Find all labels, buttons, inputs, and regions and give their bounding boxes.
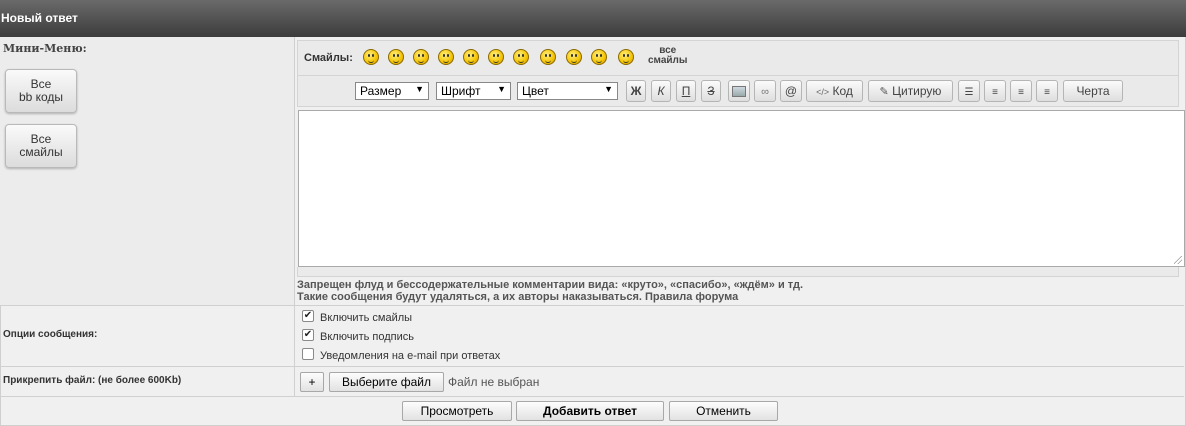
color-select-value: Цвет [522,84,549,98]
align-center-icon: ≡ [1018,87,1024,98]
align-right-icon: ≡ [1044,87,1050,98]
happy-smiley-icon[interactable] [513,49,529,65]
file-status: Файл не выбран [448,375,540,389]
list-button[interactable]: ☰ [958,80,980,102]
cancel-button[interactable]: Отменить [669,401,778,421]
size-select-value: Размер [360,84,402,98]
options-label: Опции сообщения: [3,329,98,340]
crazy-smiley-icon[interactable] [438,49,454,65]
angry-smiley-icon[interactable] [363,49,379,65]
divider [0,366,1184,367]
forum-rules: Запрещен флуд и бессодержательные коммен… [297,279,803,303]
image-icon [732,86,746,98]
surprised-smiley-icon[interactable] [540,49,556,65]
mini-menu-title: Мини-Меню: [3,42,87,55]
align-right-button[interactable]: ≡ [1036,80,1058,102]
enable-signature-checkbox[interactable]: ✔ [302,329,314,341]
enable-smiles-checkbox[interactable]: ✔ [302,310,314,322]
link-button[interactable]: ∞ [754,80,776,102]
chevron-down-icon: ▼ [497,84,506,94]
laugh-smiley-icon[interactable] [618,49,634,65]
smile-smiley-icon[interactable] [463,49,479,65]
quote-button[interactable]: ✎ Цитирую [868,80,953,102]
rules-line-2: Такие сообщения будут удаляться, а их ав… [297,291,739,303]
align-left-icon: ≡ [992,87,998,98]
align-left-button[interactable]: ≡ [984,80,1006,102]
all-bbcodes-button[interactable]: Все bb коды [5,69,77,113]
chevron-down-icon: ▼ [415,84,424,94]
rules-line-1: Запрещен флуд и бессодержательные коммен… [297,279,804,291]
divider [0,305,1184,306]
reply-header: Новый ответ [0,0,1186,37]
bold-button[interactable]: Ж [626,80,646,102]
grin-smiley-icon[interactable] [388,49,404,65]
font-select-value: Шрифт [441,84,481,98]
divider [0,396,1184,397]
message-textarea[interactable] [298,110,1185,267]
image-button[interactable] [728,80,750,102]
pencil-icon: ✎ [879,86,889,98]
strike-button[interactable]: З [701,80,721,102]
email-notify-label: Уведомления на e-mail при ответах [320,350,501,362]
code-button[interactable]: </> Код [806,80,863,102]
email-notify-checkbox[interactable] [302,348,314,360]
link-icon: ∞ [761,86,769,98]
italic-button[interactable]: К [651,80,671,102]
font-select[interactable]: Шрифт ▼ [436,82,511,100]
smiles-label: Смайлы: [304,52,353,64]
confused-smiley-icon[interactable] [591,49,607,65]
tongue-smiley-icon[interactable] [566,49,582,65]
enable-signature-label: Включить подпись [320,331,414,343]
color-select[interactable]: Цвет ▼ [517,82,618,100]
enable-smiles-label: Включить смайлы [320,312,413,324]
mini-menu: Мини-Меню: Все bb коды Все смайлы [0,37,295,305]
code-icon: </> [816,87,830,97]
add-file-button[interactable]: + [300,372,324,392]
code-button-label: Код [832,84,853,98]
attach-label: Прикрепить файл: (не более 600Kb) [3,375,182,386]
submit-reply-button[interactable]: Добавить ответ [516,401,664,421]
chevron-down-icon: ▼ [604,84,613,94]
cool-smiley-icon[interactable] [413,49,429,65]
email-button[interactable]: @ [780,80,802,102]
textarea-footer [297,267,1179,277]
choose-file-button[interactable]: Выберите файл [329,372,444,392]
quote-button-label: Цитирую [892,84,942,98]
resize-grip-icon[interactable] [1174,256,1182,264]
bbcode-toolbar: Размер ▼ Шрифт ▼ Цвет ▼ Ж К П З ∞ @ </> Код… [297,75,1179,107]
list-icon: ☰ [964,87,974,98]
header-title: Новый ответ [1,11,78,25]
smiles-bar: Смайлы: все смайлы [297,40,1179,76]
line-button[interactable]: Черта [1063,80,1123,102]
all-smiles-button[interactable]: Все смайлы [5,124,77,168]
sad-smiley-icon[interactable] [488,49,504,65]
preview-button[interactable]: Просмотреть [402,401,512,421]
underline-button[interactable]: П [676,80,696,102]
align-center-button[interactable]: ≡ [1010,80,1032,102]
all-smiles-link[interactable]: все смайлы [648,46,687,66]
divider [294,305,295,396]
size-select[interactable]: Размер ▼ [355,82,429,100]
